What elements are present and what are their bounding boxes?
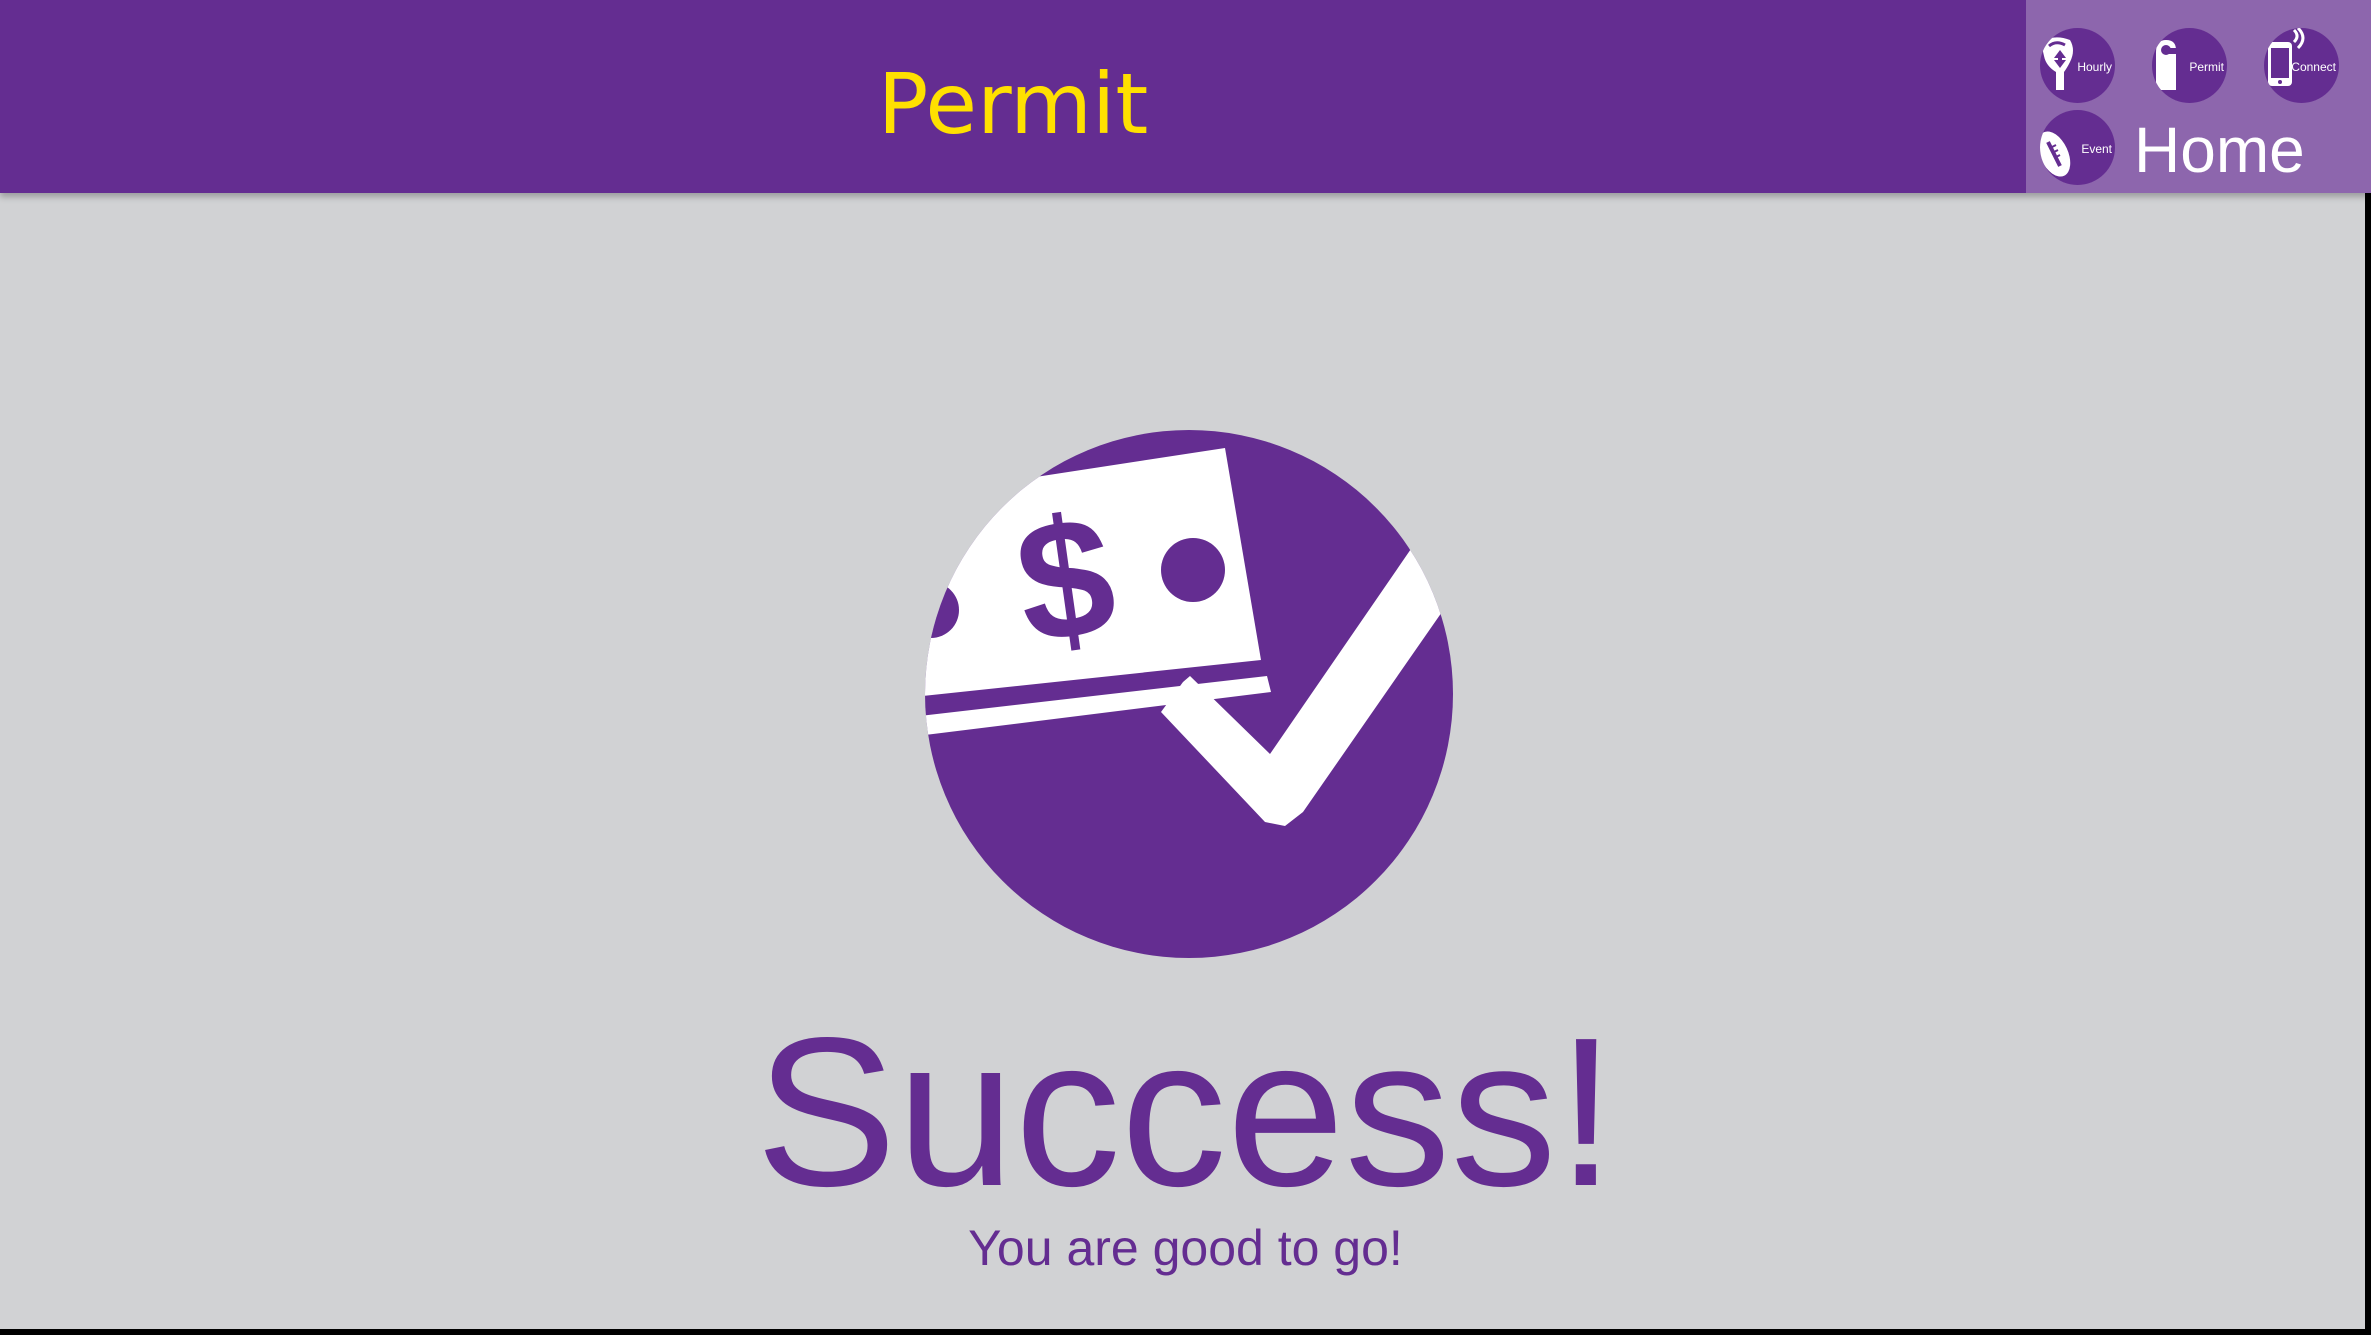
nav-permit-button[interactable]: Permit <box>2152 28 2227 103</box>
nav-hourly-label: Hourly <box>2077 60 2112 74</box>
success-message: You are good to go! <box>968 1220 1403 1276</box>
home-link[interactable]: Home <box>2134 112 2305 188</box>
quick-nav-panel: Hourly Permit Connect Event Home <box>2026 0 2371 193</box>
nav-permit-label: Permit <box>2189 60 2224 74</box>
money-check-icon: $ <box>925 430 1453 958</box>
nav-connect-label: Connect <box>2291 60 2336 74</box>
nav-connect-button[interactable]: Connect <box>2264 28 2339 103</box>
nav-hourly-button[interactable]: Hourly <box>2040 28 2115 103</box>
nav-event-label: Event <box>2081 142 2112 156</box>
window-edge <box>2365 193 2371 1335</box>
nav-event-button[interactable]: Event <box>2040 110 2115 185</box>
success-heading: Success! <box>755 993 1616 1230</box>
page-title: Permit <box>877 55 1149 153</box>
app-header: Permit Hourly Permit Connect Event Home <box>0 0 2371 193</box>
window-edge-bottom <box>0 1329 2371 1335</box>
